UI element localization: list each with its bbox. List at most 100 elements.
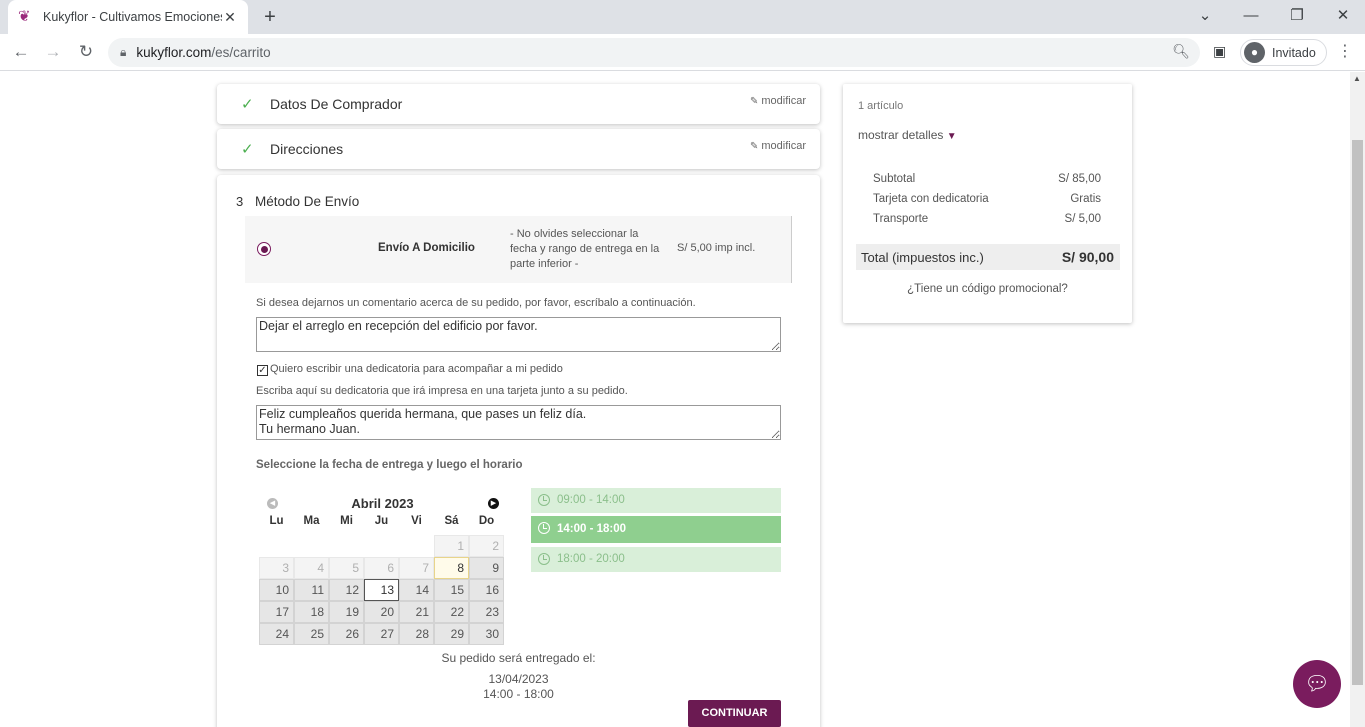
show-details-toggle[interactable]: mostrar detalles ▼: [858, 128, 957, 142]
calendar-day[interactable]: 19: [329, 601, 364, 623]
calendar-day: 3: [259, 557, 294, 579]
calendar-day: 7: [399, 557, 434, 579]
promo-code-link[interactable]: ¿Tiene un código promocional?: [843, 283, 1132, 295]
comment-textarea[interactable]: [256, 317, 781, 352]
cart-summary: 1 artículo mostrar detalles ▼ Subtotal S/…: [843, 84, 1132, 323]
calendar-header: ◀ Abril 2023 ▶: [259, 493, 506, 515]
weekday-header: Lu Ma Mi Ju Vi Sá Do: [259, 515, 506, 535]
menu-kebab-icon[interactable]: ⋮: [1337, 41, 1353, 61]
page-viewport: ✓ Datos De Comprador ✎ modificar ✓ Direcc…: [0, 72, 1350, 727]
profile-button[interactable]: ● Invitado: [1240, 39, 1327, 66]
total-value: S/ 90,00: [1061, 249, 1114, 265]
calendar-day[interactable]: 22: [434, 601, 469, 623]
url-text: kukyflor.com/es/carrito: [136, 45, 271, 60]
calendar-day[interactable]: 17: [259, 601, 294, 623]
delivery-date: 13/04/2023: [488, 672, 549, 686]
step-buyer-data: ✓ Datos De Comprador ✎ modificar: [217, 84, 820, 124]
calendar-day[interactable]: 8: [434, 557, 469, 579]
calendar-month: Abril 2023: [351, 496, 414, 511]
summary-label: Transporte: [873, 213, 929, 225]
calendar-day[interactable]: 11: [294, 579, 329, 601]
step-number: 3: [236, 194, 244, 209]
weekday-label: Mi: [340, 515, 353, 527]
address-bar[interactable]: 🔒︎ kukyflor.com/es/carrito 🔍︎: [108, 38, 1200, 67]
calendar-blank-cell: [399, 535, 434, 557]
calendar-day: 2: [469, 535, 504, 557]
dedication-checkbox-label[interactable]: Quiero escribir una dedicatoria para aco…: [270, 363, 563, 375]
total-row: Total (impuestos inc.) S/ 90,00: [856, 244, 1120, 270]
carrier-option[interactable]: Envío A Domicilio - No olvides seleccion…: [245, 216, 792, 283]
weekday-label: Sá: [444, 515, 459, 527]
step-shipping-method: 3 Método De Envío Envío A Domicilio - No…: [217, 175, 820, 727]
calendar-day[interactable]: 30: [469, 623, 504, 645]
summary-value: Gratis: [1070, 193, 1101, 205]
weekday-label: Ma: [303, 515, 320, 527]
tab-close-icon[interactable]: ✕: [222, 9, 238, 26]
summary-row: Subtotal S/ 85,00: [873, 173, 1101, 185]
calendar-day[interactable]: 14: [399, 579, 434, 601]
weekday-label: Ju: [374, 515, 389, 527]
weekday-label: Do: [478, 515, 495, 527]
new-tab-button[interactable]: +: [258, 5, 282, 29]
carrier-price: S/ 5,00 imp incl.: [677, 242, 756, 254]
calendar-day[interactable]: 27: [364, 623, 399, 645]
calendar-day[interactable]: 16: [469, 579, 504, 601]
delivery-calendar: ◀ Abril 2023 ▶ Lu Ma Mi Ju Vi Sá Do 1234567891…: [259, 493, 506, 645]
profile-label: Invitado: [1272, 45, 1316, 60]
chat-button[interactable]: 💬︎: [1293, 660, 1341, 708]
scroll-up-icon[interactable]: ▲: [1353, 74, 1361, 83]
close-window-button[interactable]: ✕: [1328, 4, 1358, 28]
reload-button[interactable]: ↻: [74, 40, 98, 64]
calendar-day[interactable]: 26: [329, 623, 364, 645]
calendar-day[interactable]: 24: [259, 623, 294, 645]
dedication-checkbox[interactable]: ✓: [257, 365, 268, 376]
forward-button[interactable]: →: [41, 40, 65, 64]
calendar-day: 1: [434, 535, 469, 557]
continue-button[interactable]: CONTINUAR: [688, 700, 781, 727]
kukyflor-favicon-icon: ❦: [18, 8, 31, 25]
calendar-day[interactable]: 12: [329, 579, 364, 601]
carrier-radio[interactable]: [257, 242, 271, 256]
lock-icon: 🔒︎: [120, 45, 127, 59]
next-month-icon[interactable]: ▶: [488, 498, 499, 509]
calendar-blank-cell: [294, 535, 329, 557]
carrier-name: Envío A Domicilio: [378, 242, 475, 254]
page-scrollbar[interactable]: ▲: [1350, 72, 1365, 727]
weekday-label: Vi: [411, 515, 422, 527]
delivery-label: Su pedido será entregado el:: [441, 651, 596, 665]
tab-title: Kukyflor - Cultivamos Emociones: [43, 10, 222, 24]
scrollbar-thumb[interactable]: [1352, 140, 1363, 685]
calendar-day[interactable]: 13: [364, 579, 399, 601]
calendar-day[interactable]: 23: [469, 601, 504, 623]
calendar-day[interactable]: 29: [434, 623, 469, 645]
calendar-day[interactable]: 9: [469, 557, 504, 579]
calendar-day[interactable]: 21: [399, 601, 434, 623]
clock-icon: [538, 494, 550, 506]
calendar-day[interactable]: 20: [364, 601, 399, 623]
back-button[interactable]: ←: [9, 40, 33, 64]
calendar-day[interactable]: 25: [294, 623, 329, 645]
summary-value: S/ 85,00: [1058, 173, 1101, 185]
calendar-day[interactable]: 18: [294, 601, 329, 623]
summary-label: Tarjeta con dedicatoria: [873, 193, 989, 205]
calendar-blank-cell: [329, 535, 364, 557]
side-panel-icon[interactable]: ▣: [1213, 43, 1226, 60]
tab-search-chevron-icon[interactable]: ⌄: [1190, 4, 1220, 28]
time-slot[interactable]: 14:00 - 18:00: [531, 516, 781, 543]
calendar-day[interactable]: 15: [434, 579, 469, 601]
browser-tab[interactable]: ❦ Kukyflor - Cultivamos Emociones ✕: [8, 0, 248, 34]
calendar-day[interactable]: 28: [399, 623, 434, 645]
minimize-button[interactable]: —: [1236, 4, 1266, 28]
zoom-icon[interactable]: 🔍︎: [1172, 43, 1190, 60]
modify-buyer-link[interactable]: ✎ modificar: [750, 95, 806, 107]
calendar-day[interactable]: 10: [259, 579, 294, 601]
modify-addresses-link[interactable]: ✎ modificar: [750, 140, 806, 152]
time-slot[interactable]: 18:00 - 20:00: [531, 547, 781, 572]
summary-label: Subtotal: [873, 173, 916, 185]
time-slot[interactable]: 09:00 - 14:00: [531, 488, 781, 513]
dedication-textarea[interactable]: [256, 405, 781, 440]
comment-label: Si desea dejarnos un comentario acerca d…: [256, 297, 696, 309]
time-slot-label: 09:00 - 14:00: [557, 494, 625, 506]
weekday-label: Lu: [269, 515, 284, 527]
restore-button[interactable]: ❐: [1282, 4, 1312, 28]
